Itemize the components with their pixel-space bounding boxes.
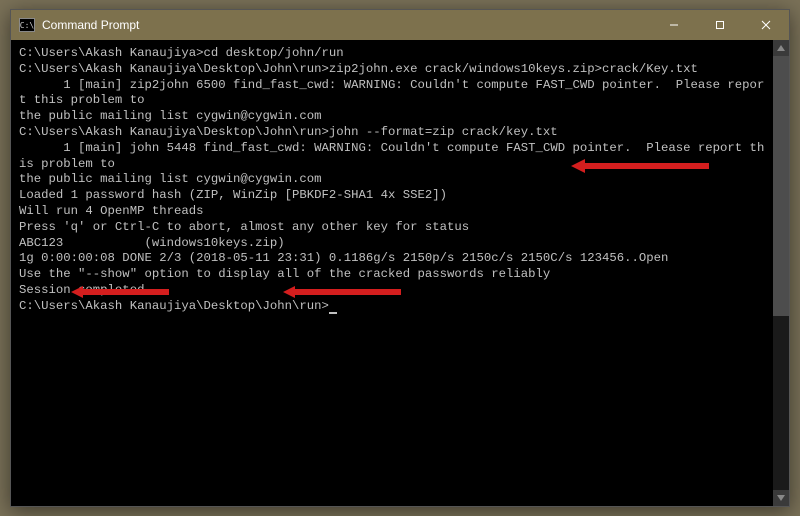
- terminal-line: ABC123 (windows10keys.zip): [19, 236, 765, 252]
- cursor: [329, 312, 337, 314]
- scrollbar[interactable]: [773, 40, 789, 506]
- terminal-line: C:\Users\Akash Kanaujiya\Desktop\John\ru…: [19, 299, 765, 315]
- terminal-line: C:\Users\Akash Kanaujiya>cd desktop/john…: [19, 46, 765, 62]
- window-controls: [651, 10, 789, 40]
- close-button[interactable]: [743, 10, 789, 40]
- terminal-line: Use the "--show" option to display all o…: [19, 267, 765, 283]
- terminal-line: 1 [main] zip2john 6500 find_fast_cwd: WA…: [19, 78, 765, 110]
- scroll-track[interactable]: [773, 56, 789, 490]
- minimize-button[interactable]: [651, 10, 697, 40]
- maximize-button[interactable]: [697, 10, 743, 40]
- terminal-line: 1g 0:00:00:08 DONE 2/3 (2018-05-11 23:31…: [19, 251, 765, 267]
- terminal-line: 1 [main] john 5448 find_fast_cwd: WARNIN…: [19, 141, 765, 173]
- terminal-output[interactable]: C:\Users\Akash Kanaujiya>cd desktop/john…: [11, 40, 773, 506]
- terminal-area: C:\Users\Akash Kanaujiya>cd desktop/john…: [11, 40, 789, 506]
- command-prompt-window: C:\ Command Prompt C:\Users\Akash Kanauj…: [10, 9, 790, 507]
- scroll-up-button[interactable]: [773, 40, 789, 56]
- terminal-line: Loaded 1 password hash (ZIP, WinZip [PBK…: [19, 188, 765, 204]
- titlebar[interactable]: C:\ Command Prompt: [11, 10, 789, 40]
- terminal-line: C:\Users\Akash Kanaujiya\Desktop\John\ru…: [19, 125, 765, 141]
- terminal-line: the public mailing list cygwin@cygwin.co…: [19, 109, 765, 125]
- terminal-line: the public mailing list cygwin@cygwin.co…: [19, 172, 765, 188]
- window-title: Command Prompt: [42, 18, 651, 32]
- terminal-line: Will run 4 OpenMP threads: [19, 204, 765, 220]
- terminal-line: Session completed: [19, 283, 765, 299]
- terminal-line: C:\Users\Akash Kanaujiya\Desktop\John\ru…: [19, 62, 765, 78]
- terminal-line: Press 'q' or Ctrl-C to abort, almost any…: [19, 220, 765, 236]
- scroll-thumb[interactable]: [773, 56, 789, 316]
- cmd-icon: C:\: [19, 18, 35, 32]
- scroll-down-button[interactable]: [773, 490, 789, 506]
